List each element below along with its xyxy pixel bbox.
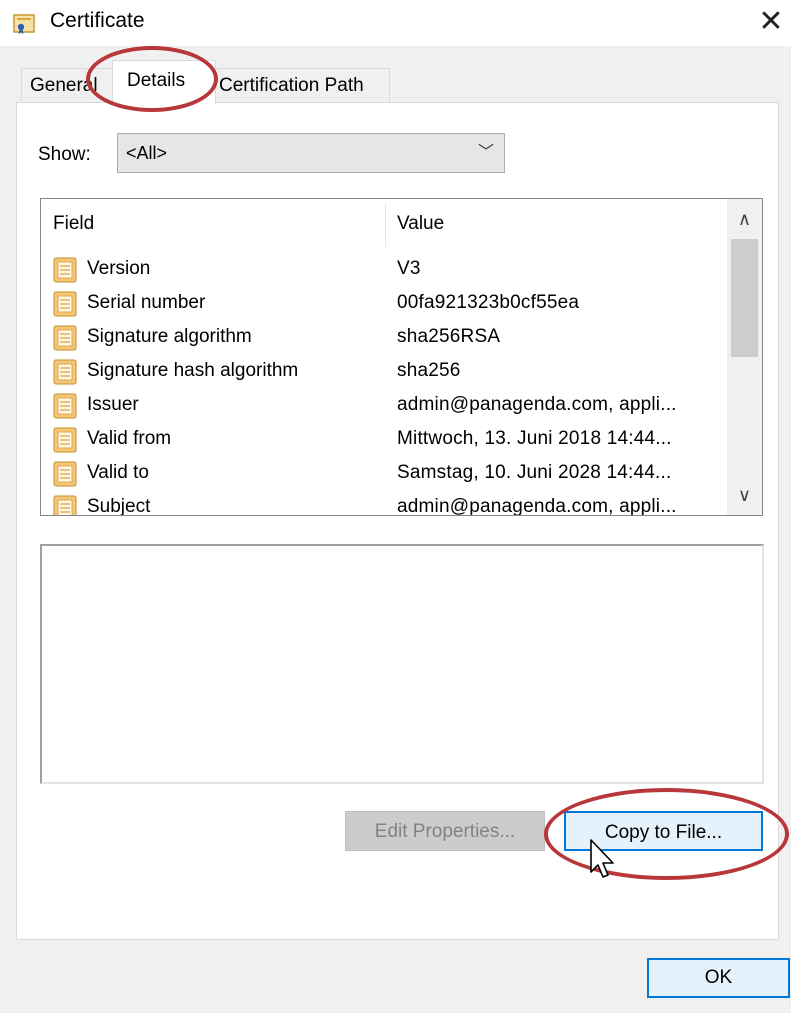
show-select-value: <All> (126, 143, 168, 163)
vertical-scrollbar[interactable]: ∧ ∨ (727, 199, 762, 515)
list-item[interactable]: Signature hash algorithm sha256 (41, 355, 727, 389)
list-item[interactable]: Subject admin@panagenda.com, appli... (41, 491, 727, 516)
list-item[interactable]: Signature algorithm sha256RSA (41, 321, 727, 355)
field-name: Valid to (87, 462, 149, 483)
field-name: Signature hash algorithm (87, 360, 299, 381)
list-rows: Version V3 Serial number 00fa921323b0cf5… (41, 253, 727, 516)
list-item[interactable]: Serial number 00fa921323b0cf55ea (41, 287, 727, 321)
column-divider[interactable] (385, 203, 386, 247)
certificate-field-icon (53, 495, 77, 515)
close-icon[interactable]: ✕ (752, 2, 790, 42)
mouse-pointer-icon (588, 838, 620, 884)
field-name: Version (87, 258, 151, 279)
certificate-field-icon (53, 325, 77, 351)
certificate-field-icon (53, 393, 77, 419)
certificate-icon (12, 12, 36, 36)
field-name: Valid from (87, 428, 172, 449)
scroll-thumb[interactable] (731, 239, 758, 357)
scroll-up-icon[interactable]: ∧ (727, 199, 762, 239)
field-value: Mittwoch, 13. Juni 2018 14:44... (397, 428, 672, 449)
tab-details[interactable]: Details (112, 60, 216, 104)
field-value: admin@panagenda.com, appli... (397, 394, 677, 415)
field-detail-textbox[interactable] (40, 544, 764, 784)
certificate-field-icon (53, 461, 77, 487)
field-name: Signature algorithm (87, 326, 252, 347)
field-value: sha256 (397, 360, 461, 381)
field-value: Samstag, 10. Juni 2028 14:44... (397, 462, 672, 483)
column-header-field[interactable]: Field (53, 213, 94, 235)
show-select[interactable]: <All> ﹀ (117, 133, 505, 173)
edit-properties-button[interactable]: Edit Properties... (345, 811, 545, 851)
field-value: 00fa921323b0cf55ea (397, 292, 580, 313)
chevron-down-icon: ﹀ (477, 144, 494, 161)
column-header-value[interactable]: Value (397, 213, 444, 235)
certificate-field-icon (53, 257, 77, 283)
list-item[interactable]: Valid to Samstag, 10. Juni 2028 14:44... (41, 457, 727, 491)
field-name: Subject (87, 496, 151, 516)
list-header: Field Value (41, 199, 727, 251)
tab-certification-path[interactable]: Certification Path (214, 68, 390, 102)
certificate-field-icon (53, 427, 77, 453)
tab-general[interactable]: General (21, 68, 117, 102)
list-item[interactable]: Issuer admin@panagenda.com, appli... (41, 389, 727, 423)
field-value: sha256RSA (397, 326, 501, 347)
window-title: Certificate (50, 9, 145, 32)
certificate-field-icon (53, 291, 77, 317)
list-item[interactable]: Version V3 (41, 253, 727, 287)
ok-button[interactable]: OK (647, 958, 790, 998)
scroll-down-icon[interactable]: ∨ (727, 475, 762, 515)
field-value: admin@panagenda.com, appli... (397, 496, 677, 516)
list-item[interactable]: Valid from Mittwoch, 13. Juni 2018 14:44… (41, 423, 727, 457)
certificate-field-icon (53, 359, 77, 385)
field-list[interactable]: Field Value Version V3 Serial number 00f… (40, 198, 763, 516)
field-name: Serial number (87, 292, 206, 313)
field-value: V3 (397, 258, 421, 279)
show-label: Show: (38, 144, 91, 165)
field-name: Issuer (87, 394, 139, 415)
